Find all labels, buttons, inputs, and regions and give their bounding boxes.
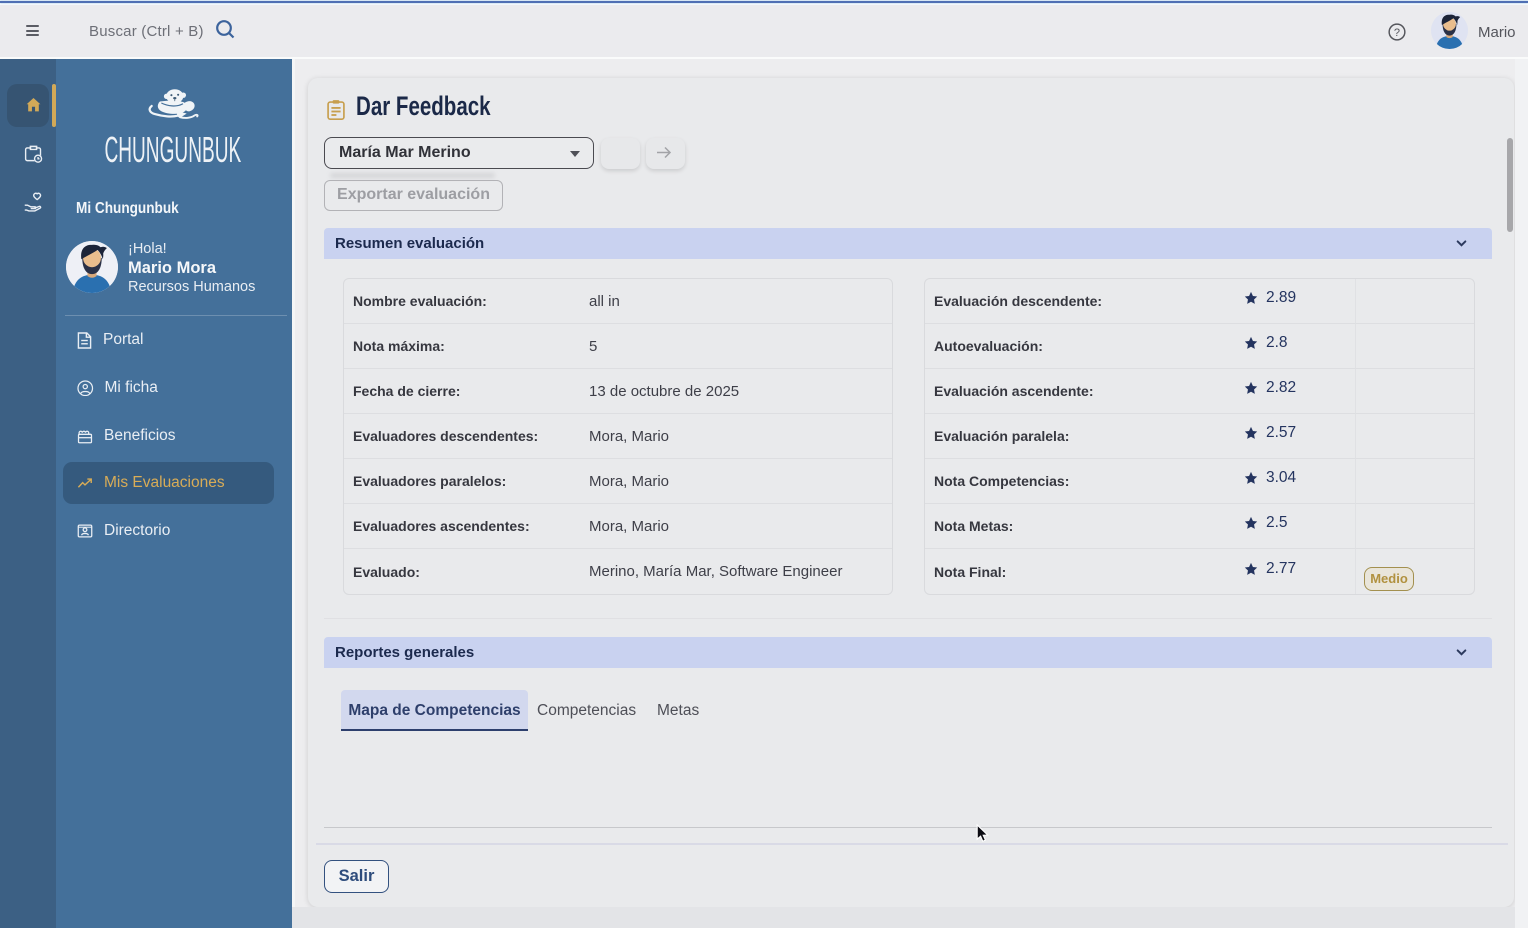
svg-text:?: ? bbox=[1394, 27, 1400, 39]
